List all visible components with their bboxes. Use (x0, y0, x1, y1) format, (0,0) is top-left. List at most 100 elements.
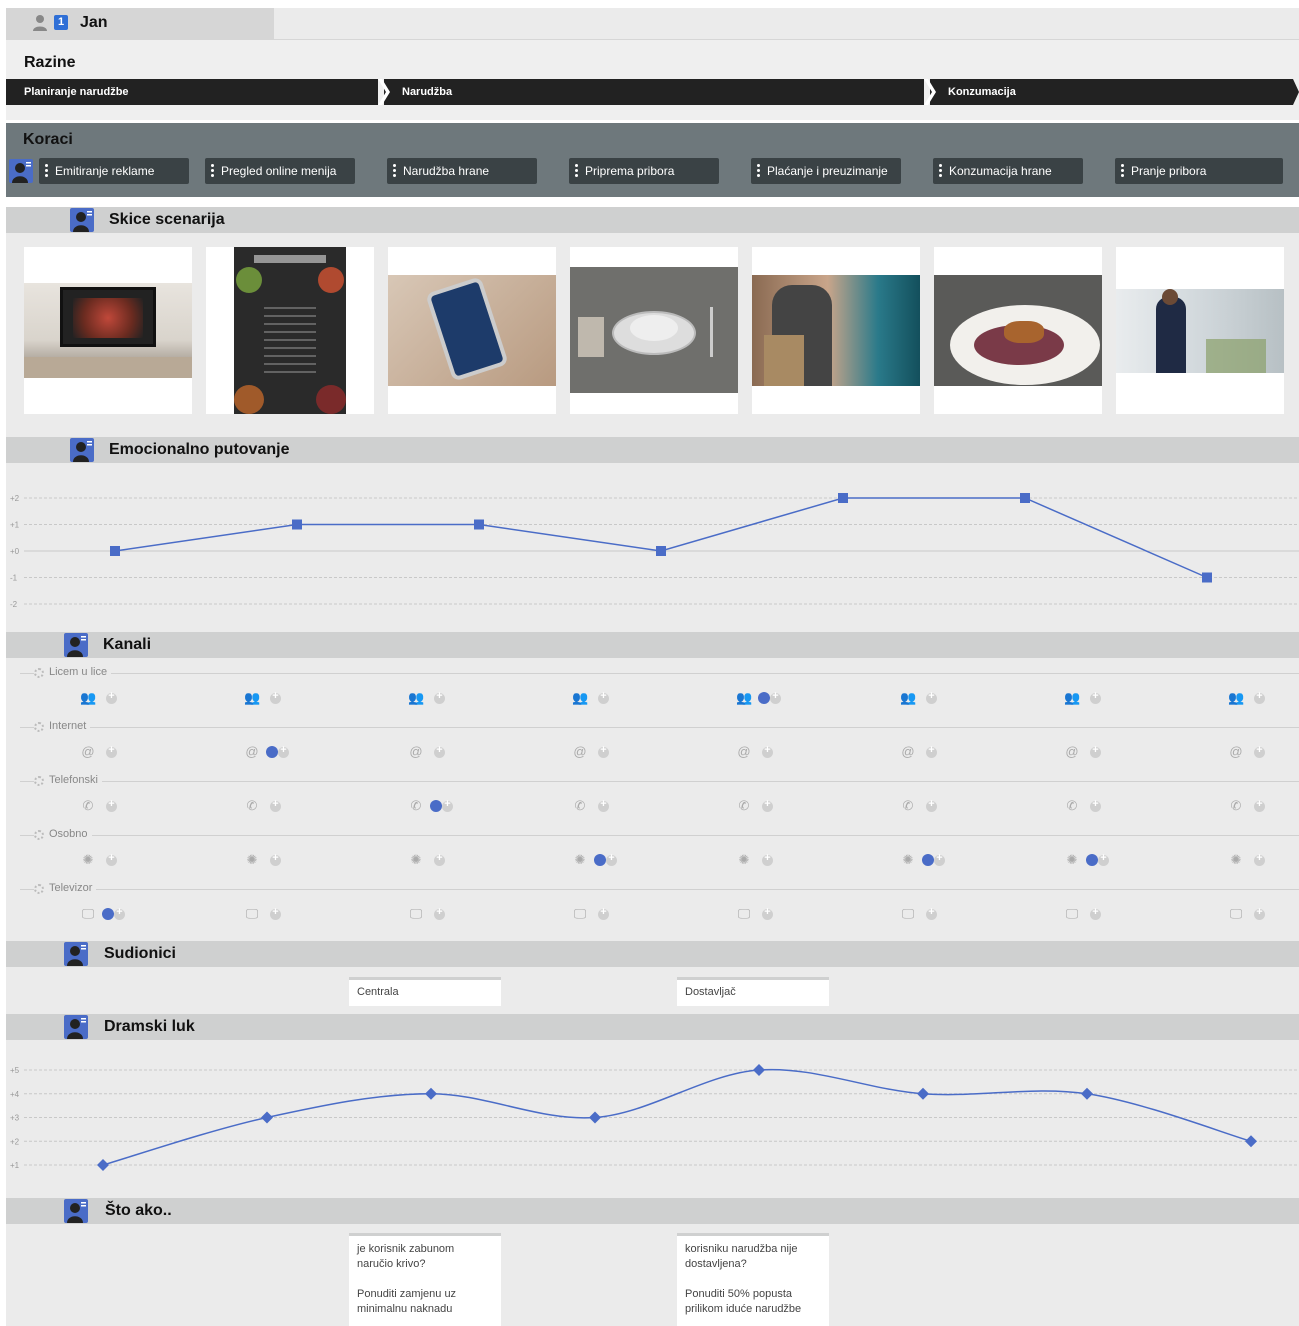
data-point[interactable] (1245, 1135, 1257, 1148)
add-channel-icon[interactable] (926, 690, 937, 704)
add-channel-icon[interactable] (270, 852, 281, 866)
monitor-icon: 🖵 (901, 906, 915, 921)
person-spark-icon: ✺ (574, 852, 586, 867)
data-point[interactable] (97, 1159, 109, 1171)
data-point[interactable] (917, 1087, 929, 1100)
gear-icon[interactable] (34, 884, 44, 894)
y-tick-label: +2 (10, 1137, 20, 1146)
step-food-order[interactable]: Narudžba hrane (387, 158, 537, 184)
add-channel-icon[interactable] (434, 744, 445, 758)
people-icon: 👥 (572, 690, 589, 705)
gear-icon[interactable] (34, 722, 44, 732)
channel-selected-dot[interactable] (1086, 854, 1098, 866)
whatif-card[interactable]: je korisnik zabunom naručio krivo? Ponud… (349, 1233, 501, 1326)
participant-card[interactable]: Dostavljač (677, 977, 829, 1006)
sketch-card[interactable] (1116, 247, 1284, 414)
add-channel-icon[interactable] (926, 798, 937, 812)
add-channel-icon[interactable] (270, 906, 281, 920)
data-point[interactable] (261, 1111, 273, 1124)
sketch-card[interactable] (388, 247, 556, 414)
data-point[interactable] (753, 1064, 765, 1076)
drag-handle-icon[interactable] (757, 164, 760, 178)
participant-card[interactable]: Centrala (349, 977, 501, 1006)
data-point[interactable] (474, 519, 484, 530)
data-point[interactable] (656, 546, 666, 556)
sketch-card[interactable] (570, 247, 738, 414)
add-channel-icon[interactable] (1098, 852, 1109, 866)
add-channel-icon[interactable] (1090, 744, 1101, 758)
drag-handle-icon[interactable] (1121, 164, 1124, 178)
add-channel-icon[interactable] (762, 744, 773, 758)
drag-handle-icon[interactable] (575, 164, 578, 178)
gear-icon[interactable] (34, 668, 44, 678)
gear-icon[interactable] (34, 830, 44, 840)
add-channel-icon[interactable] (434, 690, 445, 704)
step-online-menu[interactable]: Pregled online menija (205, 158, 355, 184)
data-point[interactable] (838, 493, 848, 503)
sketch-card[interactable] (752, 247, 920, 414)
add-channel-icon[interactable] (1254, 690, 1265, 704)
add-channel-icon[interactable] (598, 906, 609, 920)
drag-handle-icon[interactable] (939, 164, 942, 178)
data-point[interactable] (1202, 572, 1212, 583)
phone-icon: ✆ (902, 798, 914, 813)
add-channel-icon[interactable] (106, 690, 117, 704)
add-channel-icon[interactable] (270, 798, 281, 812)
add-channel-icon[interactable] (606, 852, 617, 866)
sketch-card[interactable] (934, 247, 1102, 414)
data-point[interactable] (425, 1087, 437, 1100)
channel-selected-dot[interactable] (430, 800, 442, 812)
add-channel-icon[interactable] (1090, 690, 1101, 704)
step-cutlery-prep[interactable]: Priprema pribora (569, 158, 719, 184)
channel-row-divider (20, 835, 1299, 836)
add-channel-icon[interactable] (434, 906, 445, 920)
add-channel-icon[interactable] (270, 690, 281, 704)
add-channel-icon[interactable] (1254, 798, 1265, 812)
add-channel-icon[interactable] (598, 798, 609, 812)
user-tab[interactable]: 1 Jan (6, 8, 274, 39)
channel-selected-dot[interactable] (102, 908, 114, 920)
add-channel-icon[interactable] (598, 690, 609, 704)
add-channel-icon[interactable] (434, 852, 445, 866)
drag-handle-icon[interactable] (211, 164, 214, 178)
channel-selected-dot[interactable] (266, 746, 278, 758)
add-channel-icon[interactable] (1090, 798, 1101, 812)
add-channel-icon[interactable] (1254, 744, 1265, 758)
add-channel-icon[interactable] (598, 744, 609, 758)
data-point[interactable] (589, 1111, 601, 1124)
add-channel-icon[interactable] (926, 744, 937, 758)
add-channel-icon[interactable] (762, 906, 773, 920)
add-channel-icon[interactable] (106, 744, 117, 758)
drag-handle-icon[interactable] (393, 164, 396, 178)
add-channel-icon[interactable] (1254, 906, 1265, 920)
step-washing[interactable]: Pranje pribora (1115, 158, 1283, 184)
data-point[interactable] (1020, 493, 1030, 503)
drag-handle-icon[interactable] (45, 164, 48, 178)
add-channel-icon[interactable] (934, 852, 945, 866)
add-channel-icon[interactable] (106, 852, 117, 866)
add-channel-icon[interactable] (762, 798, 773, 812)
add-channel-icon[interactable] (770, 690, 781, 704)
add-channel-icon[interactable] (278, 744, 289, 758)
data-point[interactable] (110, 546, 120, 556)
add-channel-icon[interactable] (442, 798, 453, 812)
step-emitting-ads[interactable]: Emitiranje reklame (39, 158, 189, 184)
data-point[interactable] (292, 519, 302, 530)
sketch-card[interactable] (24, 247, 192, 414)
add-channel-icon[interactable] (1090, 906, 1101, 920)
add-channel-icon[interactable] (114, 906, 125, 920)
channel-selected-dot[interactable] (594, 854, 606, 866)
step-payment-pickup[interactable]: Plaćanje i preuzimanje (751, 158, 901, 184)
gear-icon[interactable] (34, 776, 44, 786)
channel-selected-dot[interactable] (922, 854, 934, 866)
at-sign-icon: @ (409, 744, 423, 759)
whatif-card[interactable]: korisniku narudžba nije dostavljena? Pon… (677, 1233, 829, 1326)
add-channel-icon[interactable] (1254, 852, 1265, 866)
add-channel-icon[interactable] (926, 906, 937, 920)
channel-selected-dot[interactable] (758, 692, 770, 704)
add-channel-icon[interactable] (106, 798, 117, 812)
step-eating[interactable]: Konzumacija hrane (933, 158, 1083, 184)
data-point[interactable] (1081, 1087, 1093, 1100)
sketch-card[interactable] (206, 247, 374, 414)
add-channel-icon[interactable] (762, 852, 773, 866)
